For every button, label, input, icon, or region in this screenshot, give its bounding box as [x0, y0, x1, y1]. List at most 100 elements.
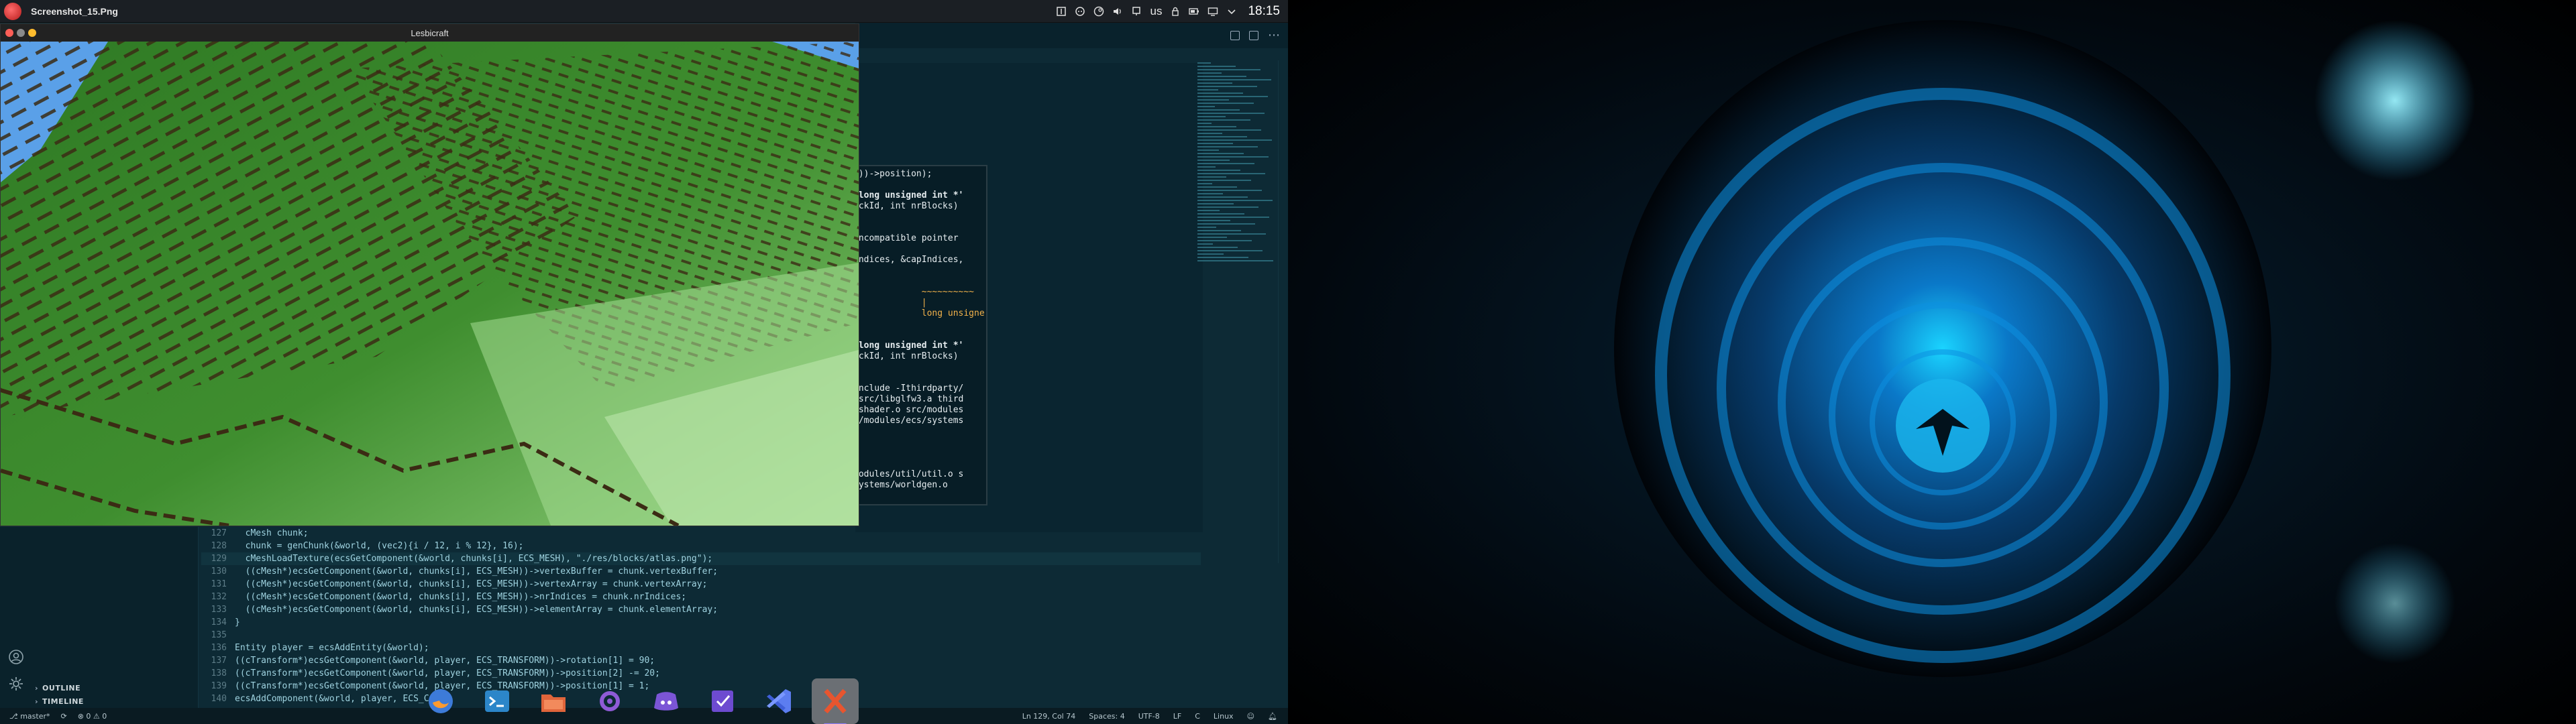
problems-indicator[interactable]: ⊗ 0 ⚠ 0	[78, 712, 107, 721]
code-line[interactable]: 135	[201, 629, 1201, 642]
code-text: ((cMesh*)ecsGetComponent(&world, chunks[…	[235, 605, 718, 615]
dock-item-settings[interactable]	[586, 678, 633, 724]
voxel-terrain-render	[1, 42, 859, 526]
minimap-line	[1197, 223, 1255, 225]
code-line[interactable]: 133 ((cMesh*)ecsGetComponent(&world, chu…	[201, 603, 1201, 616]
minimap-line	[1197, 160, 1230, 161]
split-editor-icon[interactable]	[1249, 31, 1258, 40]
app-menu-logo-icon[interactable]	[4, 2, 21, 20]
terminal-panel[interactable]: M))->position);'long unsigned int *' ockI…	[853, 165, 987, 505]
minimap-line	[1197, 126, 1236, 127]
timeline-section[interactable]: › TIMELINE	[35, 697, 84, 706]
minimap-line	[1197, 89, 1218, 90]
line-number: 130	[211, 566, 227, 577]
code-line[interactable]: 129 cMeshLoadTexture(ecsGetComponent(&wo…	[201, 552, 1201, 565]
dock-item-discord[interactable]	[643, 678, 690, 724]
minimap-line	[1197, 113, 1265, 114]
lesbicraft-window[interactable]: Lesbicraft	[0, 23, 859, 526]
code-line[interactable]: 131 ((cMesh*)ecsGetComponent(&world, chu…	[201, 578, 1201, 591]
sync-icon[interactable]: ⟳	[60, 712, 66, 721]
left-screen: ⋯ M))->position);'long unsigned int *' oc…	[0, 0, 1288, 724]
game-titlebar[interactable]: Lesbicraft	[1, 24, 859, 42]
feedback-icon[interactable]: ☺	[1247, 712, 1254, 721]
network-icon[interactable]	[1131, 6, 1142, 17]
code-line[interactable]: 132 ((cMesh*)ecsGetComponent(&world, chu…	[201, 591, 1201, 603]
keyboard-layout[interactable]: us	[1150, 5, 1162, 18]
minimap-line	[1197, 79, 1271, 80]
minimap-line	[1197, 82, 1232, 84]
battery-icon[interactable]	[1189, 6, 1199, 17]
compare-icon[interactable]	[1230, 31, 1240, 40]
line-number: 134	[211, 617, 227, 627]
minimap-line	[1197, 250, 1263, 251]
code-line[interactable]: 127 cMesh chunk;	[201, 527, 1201, 540]
minimap-line	[1197, 163, 1254, 164]
top-panel: Screenshot_15.Png us 18:15	[0, 0, 1288, 23]
notes-tray-icon[interactable]	[1056, 6, 1067, 17]
minimap-line	[1197, 129, 1261, 131]
display-icon[interactable]	[1208, 6, 1218, 17]
minimap-line	[1197, 240, 1252, 241]
account-icon[interactable]	[8, 649, 24, 665]
terminal-line: systems/worldgen.o	[853, 480, 948, 490]
discord-tray-icon[interactable]	[1075, 6, 1085, 17]
overview-ruler[interactable]	[1278, 60, 1285, 563]
line-number: 139	[211, 681, 227, 691]
dock-item-close-app[interactable]	[812, 678, 859, 724]
activity-bar	[0, 527, 32, 708]
minimap-line	[1197, 217, 1269, 218]
minimap-line	[1197, 233, 1266, 235]
minimap-line	[1197, 193, 1223, 194]
code-line[interactable]: 128 chunk = genChunk(&world, (vec2){i / …	[201, 540, 1201, 552]
minimap-line	[1197, 139, 1272, 141]
gear-icon[interactable]	[8, 676, 24, 692]
minimap-line	[1197, 166, 1216, 168]
minimap-line	[1197, 109, 1240, 111]
outline-section[interactable]: › OUTLINE	[35, 684, 80, 692]
language-mode[interactable]: C	[1195, 712, 1200, 721]
lock-icon[interactable]	[1170, 6, 1181, 17]
bell-icon[interactable]: 🔔︎	[1268, 712, 1277, 721]
terminal-line: ockId, int nrBlocks)	[853, 351, 959, 361]
chevron-down-icon[interactable]	[1226, 6, 1237, 17]
code-line[interactable]: 137 ((cTransform*)ecsGetComponent(&world,…	[201, 654, 1201, 667]
steam-tray-icon[interactable]	[1093, 6, 1104, 17]
minimap-line	[1197, 146, 1258, 147]
minimap-line	[1197, 143, 1233, 144]
code-line[interactable]: 130 ((cMesh*)ecsGetComponent(&world, chu…	[201, 565, 1201, 578]
dock-item-files[interactable]	[530, 678, 577, 724]
code-line[interactable]: 136 Entity player = ecsAddEntity(&world);	[201, 642, 1201, 654]
code-text: ((cMesh*)ecsGetComponent(&world, chunks[…	[235, 566, 718, 577]
line-number: 140	[211, 694, 227, 704]
dock-item-vscode[interactable]	[755, 678, 802, 724]
cursor-position[interactable]: Ln 129, Col 74	[1022, 712, 1076, 721]
minimap-line	[1197, 213, 1244, 215]
line-number: 133	[211, 605, 227, 615]
more-actions-icon[interactable]: ⋯	[1268, 29, 1280, 42]
indentation[interactable]: Spaces: 4	[1089, 712, 1124, 721]
encoding[interactable]: UTF-8	[1138, 712, 1160, 721]
git-branch[interactable]: ⎇ master*	[9, 712, 50, 721]
code-line[interactable]: 134}	[201, 616, 1201, 629]
minimap-line	[1197, 99, 1229, 101]
clock[interactable]: 18:15	[1248, 4, 1280, 19]
minimap-line	[1197, 93, 1243, 94]
line-ending[interactable]: LF	[1173, 712, 1181, 721]
minimap-line	[1197, 72, 1222, 74]
dock-item-terminal[interactable]	[474, 678, 521, 724]
dock-item-firefox[interactable]	[417, 678, 464, 724]
minimap[interactable]	[1197, 60, 1278, 322]
dock-item-notes[interactable]	[699, 678, 746, 724]
game-viewport[interactable]	[1, 42, 859, 526]
volume-icon[interactable]	[1112, 6, 1123, 17]
platform[interactable]: Linux	[1214, 712, 1234, 721]
